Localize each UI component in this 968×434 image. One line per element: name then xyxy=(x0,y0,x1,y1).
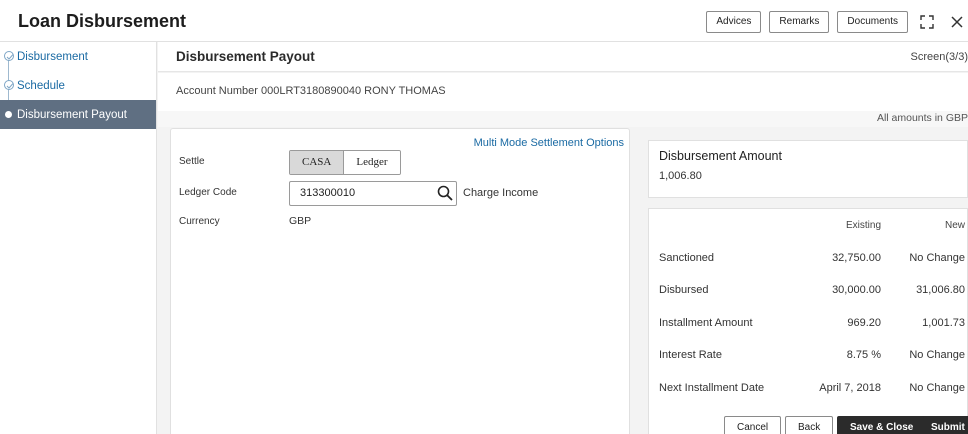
sidebar-item-disbursement-payout[interactable]: Disbursement Payout xyxy=(0,100,156,129)
table-row: Next Installment Date April 7, 2018 No C… xyxy=(649,372,968,405)
sidebar-item-label: Disbursement Payout xyxy=(17,108,127,121)
sidebar-item-disbursement[interactable]: Disbursement xyxy=(0,42,156,71)
currency-label: Currency xyxy=(179,216,220,227)
screen-indicator: Screen(3/3) xyxy=(910,51,968,63)
settle-toggle: CASA Ledger xyxy=(289,150,401,175)
column-header xyxy=(649,209,799,242)
close-icon[interactable] xyxy=(946,11,968,33)
new-value: 31,006.80 xyxy=(916,284,965,297)
currency-value: GBP xyxy=(289,215,312,227)
top-bar: Loan Disbursement Advices Remarks Docume… xyxy=(0,0,968,42)
documents-button[interactable]: Documents xyxy=(837,11,908,33)
row-label: Sanctioned xyxy=(659,251,715,264)
back-button[interactable]: Back xyxy=(785,416,834,434)
existing-value: 8.75 % xyxy=(846,349,881,362)
amounts-band xyxy=(158,111,968,127)
sidebar-item-label: Schedule xyxy=(17,79,65,92)
page-title: Loan Disbursement xyxy=(18,11,187,31)
new-value: 1,001.73 xyxy=(922,316,965,329)
currency-note: All amounts in GBP xyxy=(876,112,968,124)
cancel-button[interactable]: Cancel xyxy=(724,416,782,434)
footer-bar: Cancel Back Save & Close Submit xyxy=(0,412,968,434)
existing-value: 32,750.00 xyxy=(832,251,881,264)
expand-icon[interactable] xyxy=(916,11,938,33)
search-icon[interactable] xyxy=(437,185,453,206)
sidebar-item-schedule[interactable]: Schedule xyxy=(0,71,156,100)
table-row: Disbursed 30,000.00 31,006.80 xyxy=(649,274,968,307)
account-number-text: Account Number 000LRT3180890040 RONY THO… xyxy=(176,85,446,97)
sidebar: Disbursement Schedule Disbursement Payou… xyxy=(0,42,157,434)
multi-mode-settlement-link[interactable]: Multi Mode Settlement Options xyxy=(474,137,624,149)
disbursement-amount-title: Disbursement Amount xyxy=(659,149,782,163)
column-header-new: New xyxy=(944,219,965,231)
main-content: Disbursement Payout Screen(3/3) Account … xyxy=(158,42,968,434)
current-step-icon xyxy=(5,111,12,118)
existing-value: 30,000.00 xyxy=(832,284,881,297)
table-row: Sanctioned 32,750.00 No Change xyxy=(649,242,968,275)
existing-value: 969.20 xyxy=(847,316,881,329)
column-header-existing: Existing xyxy=(845,219,881,231)
disbursement-amount-card: Disbursement Amount 1,006.80 xyxy=(648,140,968,198)
payout-form-card: Multi Mode Settlement Options Settle CAS… xyxy=(170,128,630,434)
table-row: Interest Rate 8.75 % No Change xyxy=(649,339,968,372)
new-value: No Change xyxy=(909,349,965,362)
existing-value: April 7, 2018 xyxy=(819,381,881,394)
ledger-code-input[interactable]: 313300010 xyxy=(289,181,457,206)
row-label: Installment Amount xyxy=(659,316,753,329)
row-label: Interest Rate xyxy=(659,349,722,362)
section-header: Disbursement Payout Screen(3/3) xyxy=(158,42,968,72)
section-title: Disbursement Payout xyxy=(176,49,315,64)
row-label: Disbursed xyxy=(659,284,709,297)
sidebar-item-label: Disbursement xyxy=(17,50,88,63)
settle-label: Settle xyxy=(179,156,205,167)
check-icon xyxy=(4,80,14,90)
row-label: Next Installment Date xyxy=(659,381,765,394)
top-actions: Advices Remarks Documents xyxy=(706,11,968,33)
disbursement-amount-value: 1,006.80 xyxy=(659,170,702,182)
save-close-button[interactable]: Save & Close xyxy=(837,416,927,434)
table-row: Installment Amount 969.20 1,001.73 xyxy=(649,307,968,340)
loan-summary-table: Existing New Sanctioned 32,750.00 No Cha… xyxy=(649,209,968,404)
table-header-row: Existing New xyxy=(649,209,968,242)
submit-button[interactable]: Submit xyxy=(922,416,968,434)
account-info-bar: Account Number 000LRT3180890040 RONY THO… xyxy=(158,73,968,111)
check-icon xyxy=(4,51,14,61)
settle-option-ledger[interactable]: Ledger xyxy=(344,151,400,174)
new-value: No Change xyxy=(909,251,965,264)
advices-button[interactable]: Advices xyxy=(706,11,762,33)
settle-option-casa[interactable]: CASA xyxy=(290,151,345,174)
loan-summary-card: Existing New Sanctioned 32,750.00 No Cha… xyxy=(648,208,968,434)
new-value: No Change xyxy=(909,381,965,394)
ledger-code-description: Charge Income xyxy=(463,187,539,199)
remarks-button[interactable]: Remarks xyxy=(769,11,830,33)
ledger-code-label: Ledger Code xyxy=(179,187,237,198)
